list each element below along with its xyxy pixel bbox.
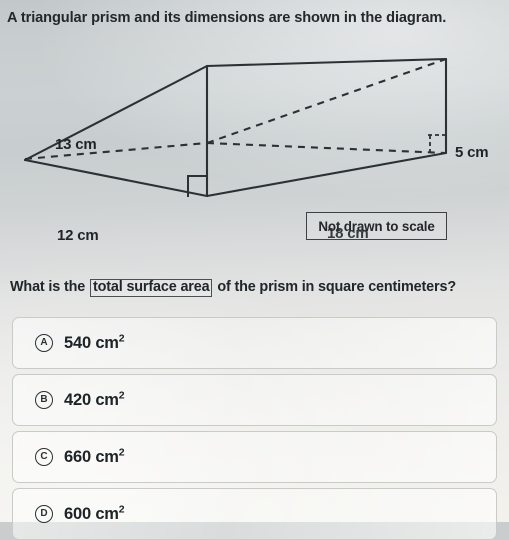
choice-label-d: 600 cm2: [64, 503, 125, 524]
prism-svg: [23, 57, 448, 198]
edge-top-length: [205, 57, 448, 68]
choice-exponent-b: 2: [118, 389, 125, 401]
choice-value-c: 660 cm: [64, 447, 119, 466]
choice-exponent-d: 2: [118, 503, 125, 515]
choice-label-b: 420 cm2: [64, 389, 125, 410]
answer-choice-b[interactable]: B 420 cm2: [12, 374, 497, 426]
question-suffix: of the prism in square centimeters?: [217, 279, 456, 295]
edge-hidden-diagonal: [206, 58, 447, 144]
choice-label-a: 540 cm2: [64, 332, 125, 353]
label-base-12cm: 12 cm: [57, 227, 99, 244]
question-highlighted-term: total surface area: [89, 279, 213, 297]
choice-value-b: 420 cm: [64, 390, 119, 409]
label-height-5cm: 5 cm: [455, 144, 489, 161]
answer-choice-d[interactable]: D 600 cm2: [12, 488, 497, 540]
choice-value-a: 540 cm: [64, 333, 119, 352]
edge-base-12: [23, 158, 209, 198]
not-drawn-to-scale-text: Not drawn to scale: [318, 218, 435, 234]
question-prefix: What is the: [10, 279, 86, 295]
edge-hidden-back-bottom: [206, 141, 447, 155]
edge-slant-13: [23, 64, 209, 162]
answer-choice-c[interactable]: C 660 cm2: [12, 431, 497, 483]
edge-bottom-18: [205, 151, 448, 198]
choice-label-c: 660 cm2: [64, 446, 125, 467]
question-text: What is the total surface area of the pr…: [10, 279, 502, 297]
choice-bullet-a: A: [35, 334, 53, 352]
not-drawn-to-scale-box: Not drawn to scale: [306, 212, 447, 240]
triangular-prism-diagram: 13 cm 12 cm 18 cm 5 cm: [0, 45, 509, 244]
choice-bullet-d: D: [35, 505, 53, 523]
prompt-text: A triangular prism and its dimensions ar…: [7, 10, 447, 26]
label-slant-13cm: 13 cm: [55, 136, 97, 153]
choice-bullet-c: C: [35, 448, 53, 466]
choice-exponent-a: 2: [118, 332, 125, 344]
prism-solid-edges: [23, 57, 448, 198]
choice-exponent-c: 2: [118, 446, 125, 458]
choice-bullet-b: B: [35, 391, 53, 409]
choice-value-d: 600 cm: [64, 504, 119, 523]
right-angle-mark-rear: [428, 134, 446, 152]
answer-choice-a[interactable]: A 540 cm2: [12, 317, 497, 369]
